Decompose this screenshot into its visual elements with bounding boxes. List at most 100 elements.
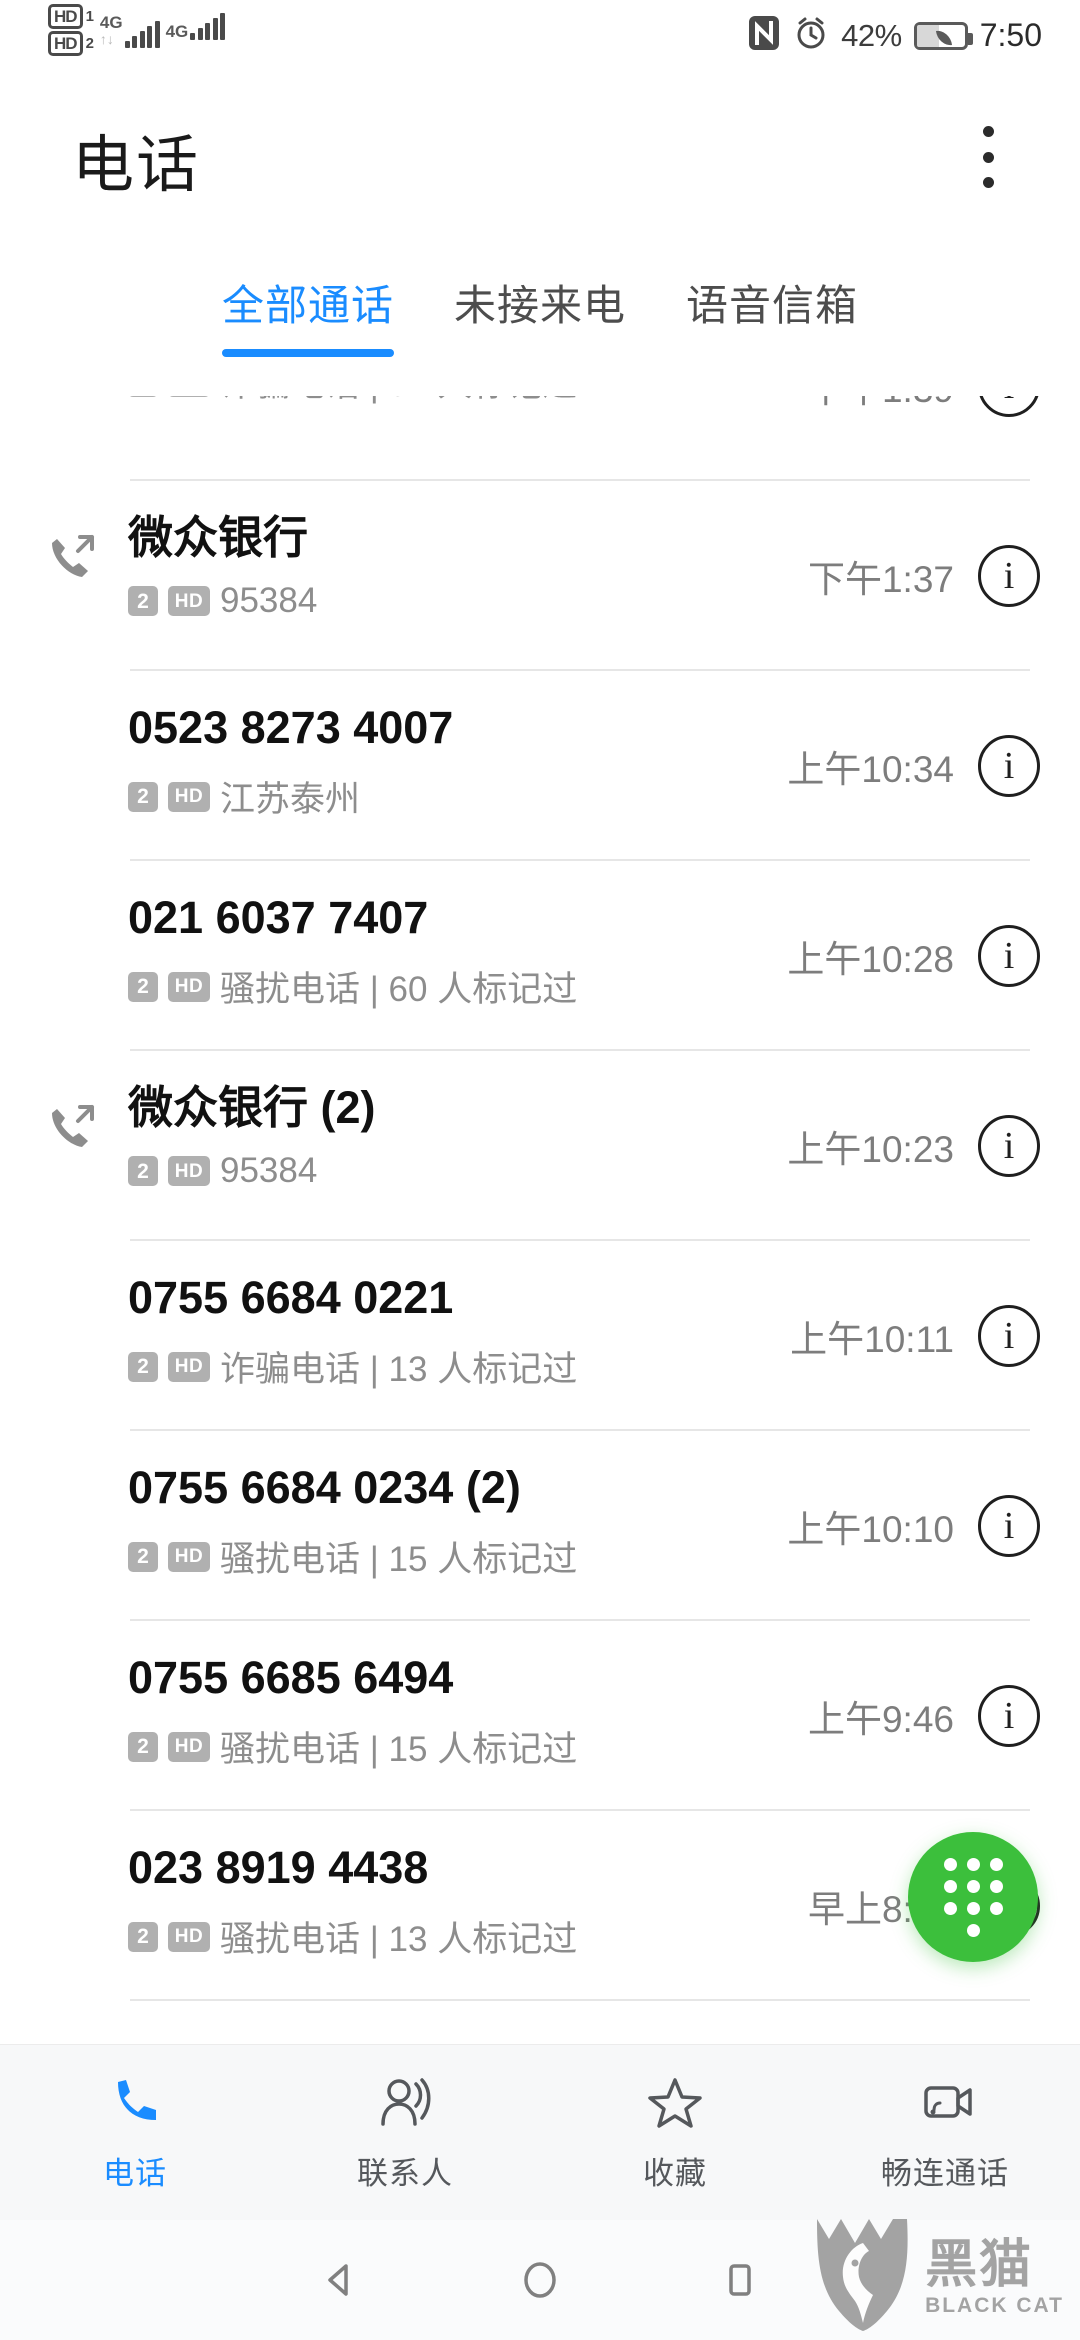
call-time-label: 下午1:37	[807, 559, 954, 600]
call-details-info-button[interactable]: i	[978, 735, 1040, 797]
call-row-subtitle: 骚扰电话 | 15 人标记过	[220, 1540, 578, 1579]
call-row-subtitle: 95384	[220, 581, 318, 620]
hd-badge: HD	[168, 1921, 210, 1952]
network-type-label: 4G	[99, 13, 123, 32]
call-log-list[interactable]: 2 HD 诈骗电话 | 91 人标记过 下午1:39 i 微众银行 2 HD 95384 下午1:…	[0, 396, 1080, 2056]
call-row-subtitle: 骚扰电话 | 13 人标记过	[220, 1920, 578, 1959]
overflow-menu-icon[interactable]	[968, 126, 1008, 188]
call-row-title: 0755 6684 0221	[128, 1272, 454, 1323]
call-time-label: 上午9:46	[807, 1699, 954, 1740]
call-row-title: 0755 6684 0234 (2)	[128, 1462, 521, 1513]
call-row-text: 0755 6685 6494 2 HD 骚扰电话 | 15 人标记过	[128, 1647, 577, 1772]
call-row-right: 上午10:34 i	[787, 671, 1040, 861]
hd-badge: HD	[168, 396, 210, 397]
app-title-bar: 电话	[0, 78, 1080, 230]
call-log-row[interactable]: 微众银行 2 HD 95384 下午1:37 i	[0, 481, 1080, 671]
tab-active-underline	[221, 349, 394, 357]
call-details-info-button[interactable]: i	[978, 1305, 1040, 1367]
sim-badge: 2	[128, 1351, 158, 1382]
watermark-en-text: BLACK CAT	[925, 2294, 1064, 2317]
call-row-right: 上午10:10 i	[787, 1431, 1040, 1621]
call-log-row[interactable]: 0523 8273 4007 2 HD 江苏泰州 上午10:34 i	[0, 671, 1080, 861]
dialpad-fab-button[interactable]	[908, 1832, 1038, 1962]
video-call-icon	[914, 2072, 976, 2134]
network-type-label: 4G	[165, 22, 189, 41]
battery-percent-label: 42%	[841, 17, 902, 53]
tab-0[interactable]: 全部通话	[192, 268, 424, 357]
call-log-row[interactable]: 021 6037 7407 2 HD 骚扰电话 | 60 人标记过 上午10:28 i	[0, 861, 1080, 1051]
call-details-info-button[interactable]: i	[978, 1115, 1040, 1177]
call-details-info-button[interactable]: i	[978, 545, 1040, 607]
bottom-navigation-bar: 电话 联系人 收藏 畅连通话	[0, 2044, 1080, 2220]
bottom-nav-item-2[interactable]: 收藏	[540, 2072, 810, 2193]
call-row-right: 上午9:46 i	[808, 1621, 1040, 1811]
call-row-subtitle: 95384	[220, 1151, 318, 1190]
tab-1[interactable]: 未接来电	[424, 268, 656, 337]
tab-2[interactable]: 语音信箱	[656, 268, 888, 337]
status-bar-left: HD 1 HD 2 4G ↑↓ 4G	[48, 4, 226, 56]
recents-square-icon[interactable]	[640, 2258, 840, 2302]
status-bar-clock: 7:50	[979, 17, 1042, 53]
nfc-icon	[747, 14, 781, 57]
call-row-subtitle-line: 2 HD 骚扰电话 | 13 人标记过	[128, 1911, 577, 1962]
tab-label: 未接来电	[453, 282, 626, 329]
call-row-subtitle-line: 2 HD 诈骗电话 | 91 人标记过	[128, 396, 577, 407]
sim-badge: 2	[128, 1731, 158, 1762]
bottom-nav-label: 收藏	[643, 2156, 707, 2191]
call-row-subtitle-line: 2 HD 骚扰电话 | 15 人标记过	[128, 1721, 577, 1772]
call-row-title: 023 8919 4438	[128, 1842, 429, 1893]
bottom-nav-item-3[interactable]: 畅连通话	[810, 2072, 1080, 2193]
battery-saver-icon	[913, 21, 973, 50]
call-row-subtitle-line: 2 HD 江苏泰州	[128, 771, 453, 822]
bottom-nav-label: 联系人	[357, 2156, 453, 2191]
call-row-right: 下午1:37 i	[808, 481, 1040, 671]
hd-icon: HD	[48, 31, 83, 56]
call-log-row[interactable]: 0755 6684 0221 2 HD 诈骗电话 | 13 人标记过 上午10:11 i	[0, 1241, 1080, 1431]
outgoing-call-icon	[42, 529, 100, 587]
dual-sim-hd-indicators: HD 1 HD 2	[48, 4, 94, 56]
call-row-subtitle: 诈骗电话 | 13 人标记过	[220, 1350, 578, 1389]
bottom-nav-item-0[interactable]: 电话	[0, 2072, 270, 2193]
sim2-index-label: 2	[85, 35, 94, 52]
call-row-title: 0523 8273 4007	[128, 702, 454, 753]
call-row-right: 上午10:28 i	[787, 861, 1040, 1051]
call-log-row[interactable]: 微众银行 (2) 2 HD 95384 上午10:23 i	[0, 1051, 1080, 1241]
bottom-nav-label: 畅连通话	[881, 2156, 1009, 2191]
call-row-title: 微众银行	[128, 512, 309, 563]
call-row-text: 0755 6684 0221 2 HD 诈骗电话 | 13 人标记过	[128, 1267, 577, 1392]
call-row-subtitle-line: 2 HD 骚扰电话 | 15 人标记过	[128, 1531, 577, 1582]
watermark: 黑猫 BLACK CAT	[811, 2217, 1064, 2338]
call-details-info-button[interactable]: i	[978, 396, 1040, 417]
hd-badge: HD	[168, 781, 210, 812]
call-row-text: 2 HD 诈骗电话 | 91 人标记过	[128, 396, 577, 407]
call-row-subtitle-line: 2 HD 95384	[128, 1151, 376, 1191]
sim-badge: 2	[128, 1156, 158, 1186]
data-activity-label: ↑↓	[99, 31, 114, 47]
sim-badge: 2	[128, 396, 158, 397]
sim2-hd-indicator: HD 2	[48, 31, 94, 56]
signal-bars-icon	[190, 13, 226, 40]
call-details-info-button[interactable]: i	[978, 925, 1040, 987]
hd-badge: HD	[168, 1156, 210, 1186]
call-log-row[interactable]: 0755 6684 0234 (2) 2 HD 骚扰电话 | 15 人标记过 上午10:…	[0, 1431, 1080, 1621]
call-row-right: 下午1:39 i	[808, 396, 1040, 481]
call-row-subtitle: 骚扰电话 | 60 人标记过	[220, 970, 578, 1009]
call-row-subtitle-line: 2 HD 诈骗电话 | 13 人标记过	[128, 1341, 577, 1392]
call-row-title: 021 6037 7407	[128, 892, 429, 943]
call-details-info-button[interactable]: i	[978, 1685, 1040, 1747]
signal-group-1: 4G ↑↓	[100, 14, 160, 48]
tab-bar: 全部通话 未接来电 语音信箱	[0, 268, 1080, 378]
back-triangle-icon[interactable]	[240, 2258, 440, 2302]
bottom-nav-item-1[interactable]: 联系人	[270, 2072, 540, 2193]
call-details-info-button[interactable]: i	[978, 1495, 1040, 1557]
call-row-right: 上午10:23 i	[787, 1051, 1040, 1241]
sim1-hd-indicator: HD 1	[48, 4, 94, 29]
call-row-subtitle: 骚扰电话 | 15 人标记过	[220, 1730, 578, 1769]
call-row-text: 0755 6684 0234 (2) 2 HD 骚扰电话 | 15 人标记过	[128, 1457, 577, 1582]
tab-label: 全部通话	[221, 282, 394, 329]
call-log-row[interactable]: 2 HD 诈骗电话 | 91 人标记过 下午1:39 i	[0, 396, 1080, 481]
outgoing-call-icon	[42, 1099, 100, 1157]
call-log-row[interactable]: 0755 6685 6494 2 HD 骚扰电话 | 15 人标记过 上午9:46 i	[0, 1621, 1080, 1811]
sim-badge: 2	[128, 586, 158, 616]
home-circle-icon[interactable]	[440, 2258, 640, 2302]
